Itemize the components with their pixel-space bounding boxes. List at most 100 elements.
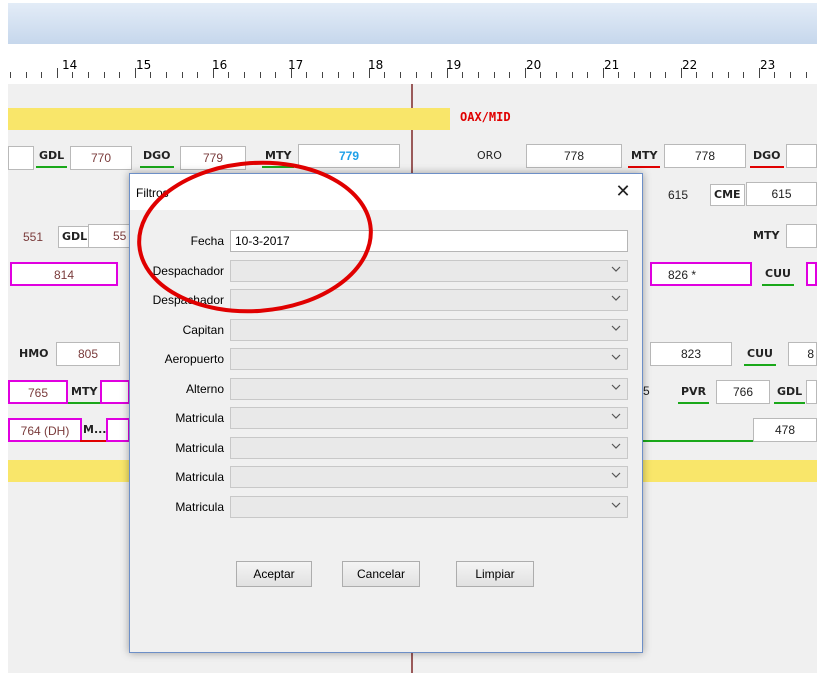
ruler-tick [10, 72, 11, 78]
ruler-tick [665, 72, 667, 78]
chevron-down-icon [611, 441, 621, 451]
field-label-despachador: Despachador [152, 263, 224, 278]
accept-button[interactable]: Aceptar [236, 561, 312, 587]
ruler-tick [493, 72, 495, 78]
ruler-tick [431, 72, 433, 78]
airport-code: GDL [58, 226, 92, 248]
flight-segment[interactable]: 478 [753, 418, 817, 442]
flight-segment[interactable]: 805 [56, 342, 120, 366]
hour-label: 19 [446, 58, 462, 72]
select-despachador[interactable] [230, 259, 628, 282]
ruler-tick [41, 72, 43, 78]
airport-code: MTY [262, 146, 295, 168]
chevron-down-icon [611, 382, 621, 392]
airport-code: ORO [477, 149, 502, 162]
airport-code: CME [710, 184, 745, 206]
chevron-down-icon [611, 264, 621, 274]
flight-segment[interactable] [106, 418, 130, 442]
ruler-tick [524, 68, 526, 78]
ruler-tick [368, 68, 370, 78]
ruler-tick [275, 72, 277, 78]
ruler-tick [509, 72, 511, 78]
flight-segment[interactable]: 779 [180, 146, 246, 170]
time-ruler: 14 15 16 17 18 19 20 21 22 23 [8, 44, 817, 84]
connection-line [643, 440, 753, 442]
ruler-tick [727, 72, 729, 78]
field-label-despachador: Despachador [152, 293, 224, 307]
window-header-bar [8, 0, 817, 44]
select-matricula[interactable] [230, 407, 628, 429]
flight-segment[interactable]: 764 (DH) [8, 418, 82, 442]
ruler-tick [353, 72, 355, 78]
flight-segment[interactable]: 826 * [650, 262, 752, 286]
flight-segment[interactable]: 615 [648, 184, 708, 208]
ruler-tick [212, 68, 214, 78]
field-label-matricula: Matricula [175, 411, 224, 425]
select-matricula[interactable] [230, 495, 628, 518]
flight-segment[interactable]: 5 [643, 380, 673, 404]
ruler-tick [197, 72, 199, 78]
hour-label: 14 [62, 58, 78, 72]
field-label-aeropuerto: Aeropuerto [164, 352, 224, 366]
flight-segment[interactable] [786, 144, 817, 168]
flight-segment[interactable] [100, 380, 130, 404]
select-aeropuerto[interactable] [230, 348, 628, 370]
clear-button[interactable]: Limpiar [456, 561, 534, 587]
airport-code: MTY [628, 146, 661, 168]
flight-segment[interactable]: 8 [788, 342, 817, 366]
airport-code: DGO [140, 146, 174, 168]
route-bar[interactable] [8, 108, 450, 130]
flight-segment[interactable] [806, 262, 817, 286]
flight-segment[interactable]: 779 [298, 144, 400, 168]
flight-segment[interactable]: 823 [650, 342, 732, 366]
date-input[interactable]: 10-3-2017 [230, 230, 628, 252]
flight-segment[interactable]: 778 [526, 144, 622, 168]
close-icon[interactable]: ✕ [612, 180, 634, 202]
flight-segment[interactable] [806, 380, 817, 404]
field-label-matricula: Matricula [175, 499, 224, 514]
flight-segment[interactable] [8, 146, 34, 170]
ruler-tick [415, 72, 417, 78]
select-matricula[interactable] [230, 436, 628, 459]
flight-segment[interactable]: 551 [8, 226, 58, 250]
filter-dialog: Filtros ✕ Fecha 10-3-2017 Despachador Despa… [129, 173, 643, 653]
select-despachador[interactable] [230, 289, 628, 311]
ruler-tick [166, 72, 167, 78]
chevron-down-icon [611, 500, 621, 510]
flight-segment[interactable]: 766 [716, 380, 770, 404]
cancel-button[interactable]: Cancelar [342, 561, 420, 587]
ruler-tick [322, 72, 323, 78]
select-alterno[interactable] [230, 377, 628, 400]
airport-code: GDL [774, 382, 806, 404]
airport-code: PVR [678, 382, 710, 404]
ruler-tick [790, 72, 791, 78]
ruler-tick [649, 72, 651, 78]
field-label-matricula: Matricula [175, 440, 224, 455]
flight-segment[interactable]: 778 [664, 144, 746, 168]
ruler-tick [134, 68, 136, 78]
flight-segment[interactable]: 765 [8, 380, 68, 404]
flight-segment[interactable]: 55 [88, 224, 130, 248]
select-matricula[interactable] [230, 466, 628, 488]
ruler-tick [119, 72, 121, 78]
ruler-tick [306, 72, 308, 78]
ruler-tick [228, 72, 230, 78]
flight-segment[interactable]: 615 [746, 182, 817, 206]
ruler-tick [805, 72, 807, 78]
ruler-tick [290, 68, 292, 78]
ruler-tick [696, 72, 698, 78]
ruler-tick [384, 72, 386, 78]
hour-label: 16 [212, 58, 228, 72]
flight-segment[interactable]: 814 [10, 262, 118, 286]
hour-label: 21 [604, 58, 620, 72]
flight-segment[interactable]: 770 [70, 146, 132, 170]
select-capitan[interactable] [230, 318, 628, 341]
flight-segment[interactable] [786, 224, 817, 248]
ruler-tick [244, 72, 245, 78]
airport-code: CUU [744, 344, 776, 366]
ruler-tick [587, 72, 589, 78]
ruler-tick [540, 72, 542, 78]
dialog-title-bar: Filtros ✕ [130, 174, 642, 210]
hour-label: 18 [368, 58, 384, 72]
airport-code: MTY [68, 382, 101, 404]
